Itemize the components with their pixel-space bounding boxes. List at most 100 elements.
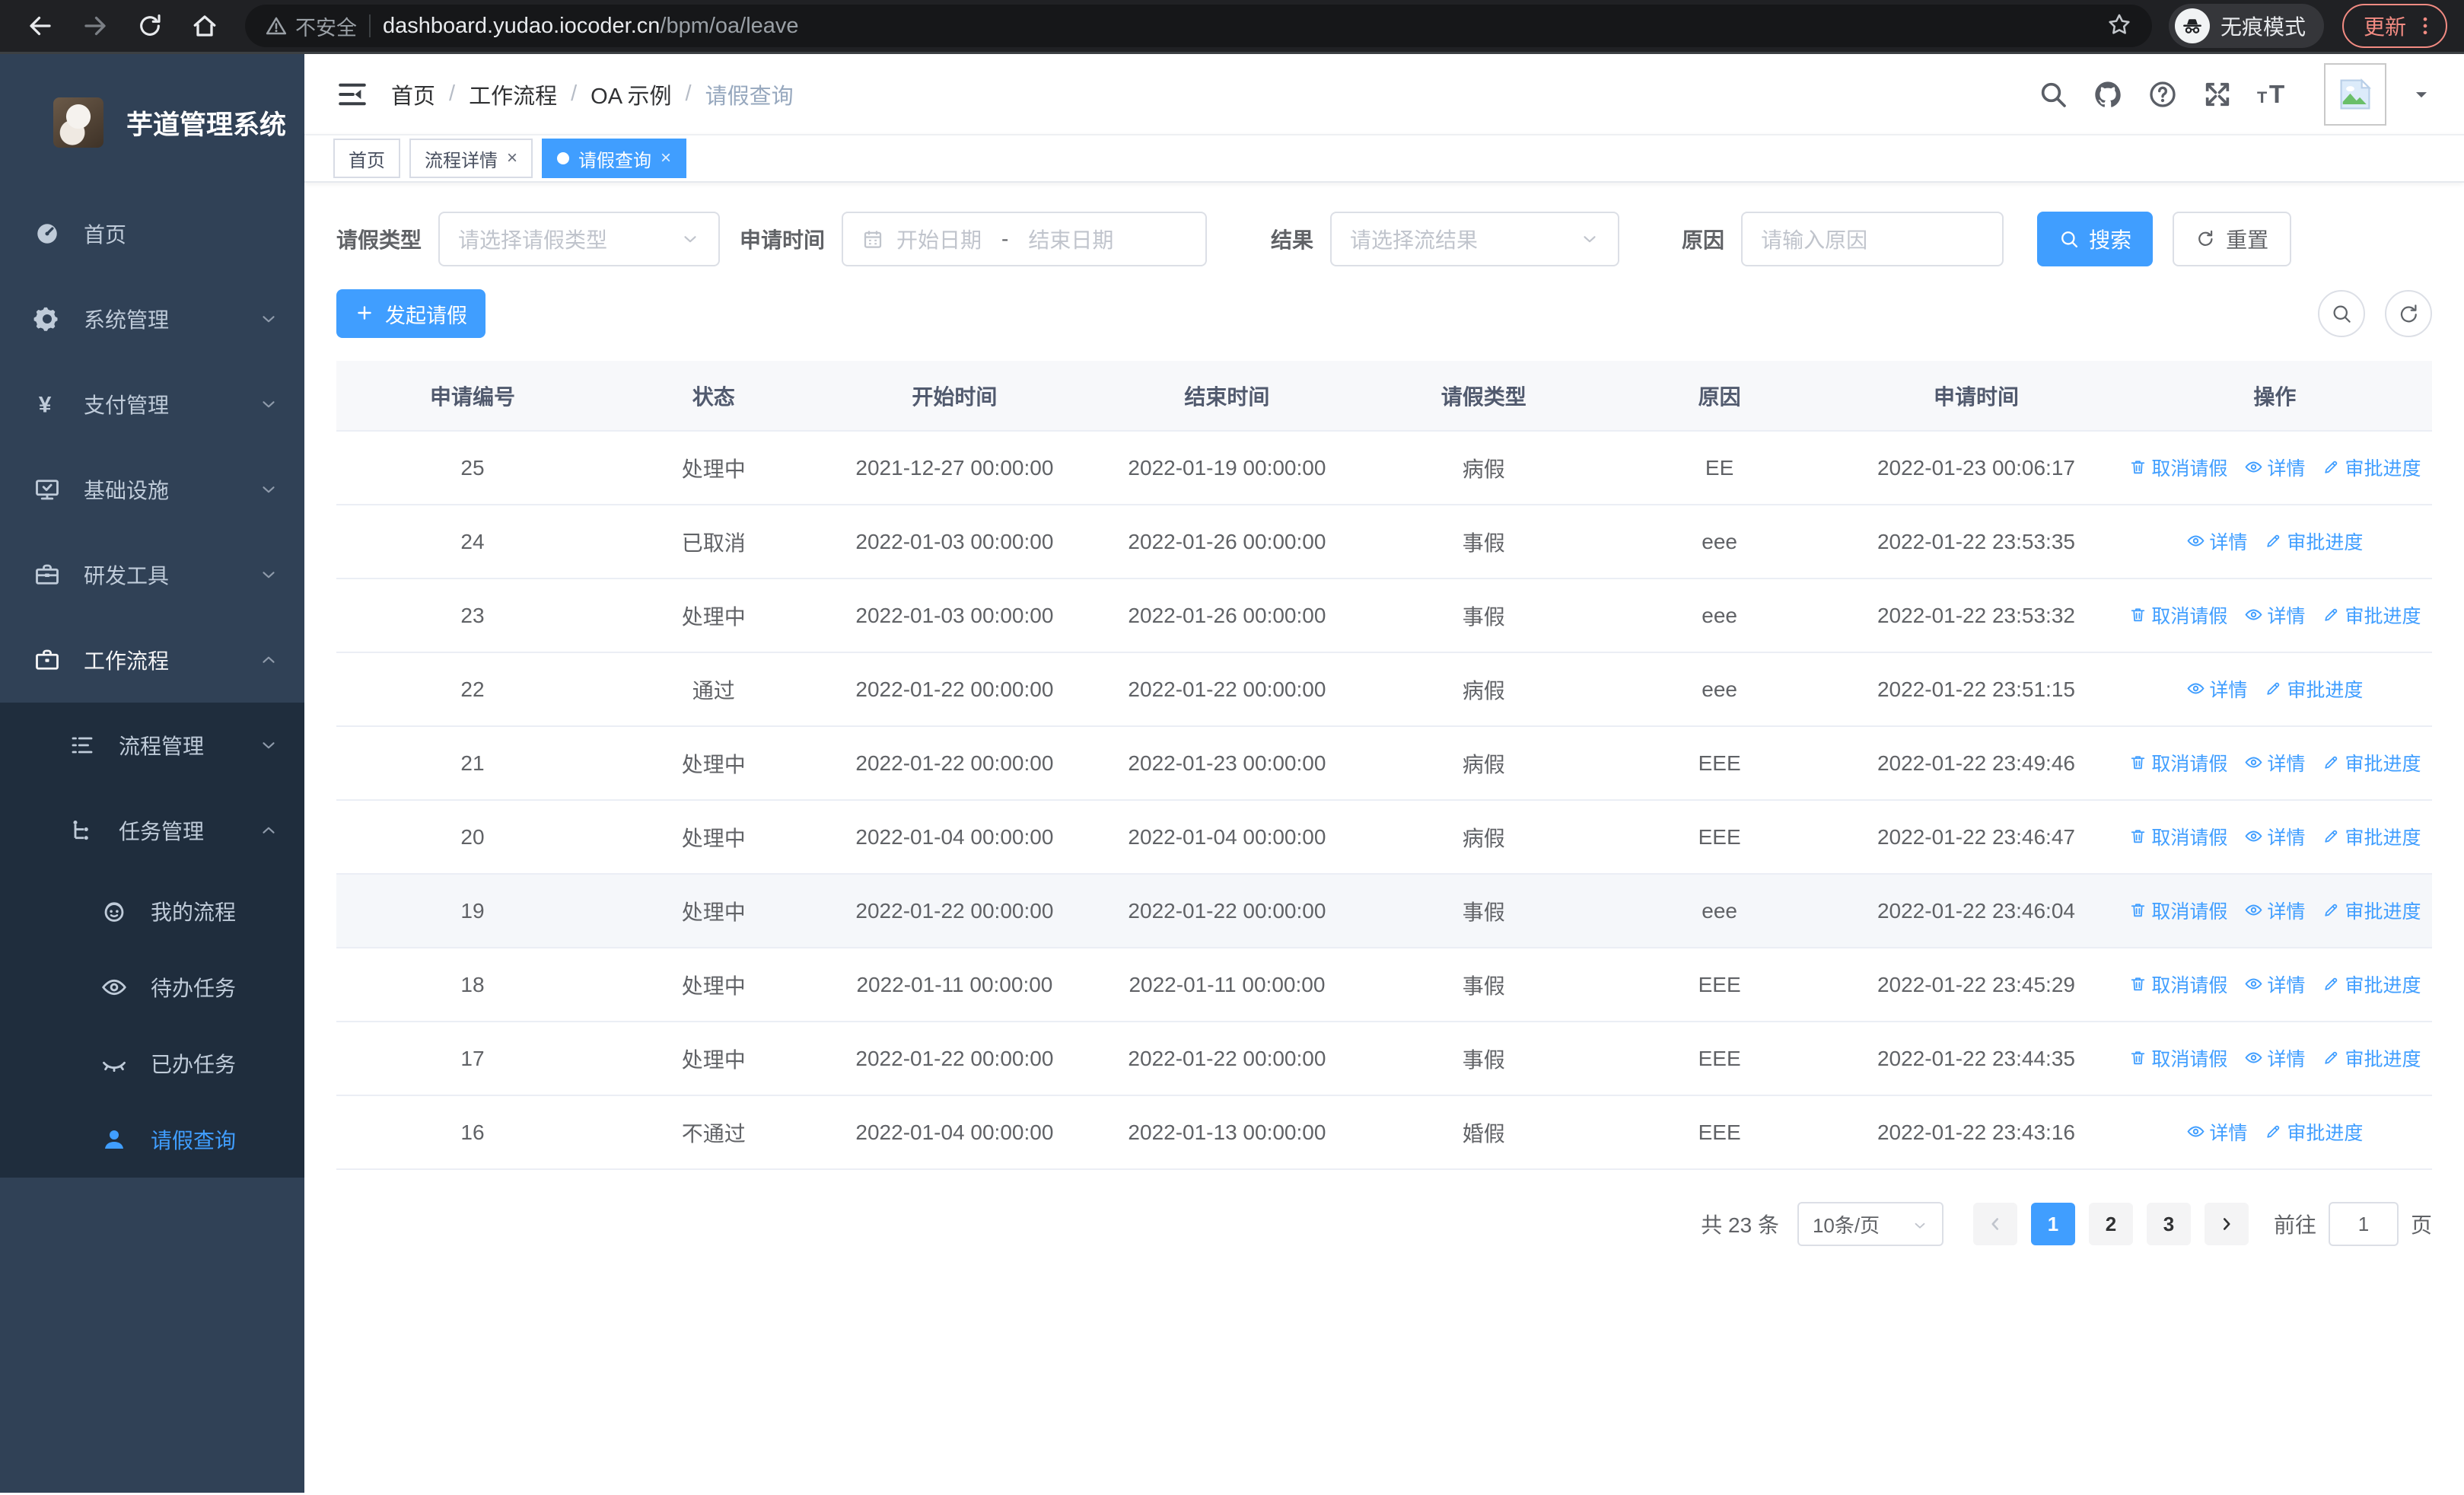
header-search-button[interactable]: [2038, 79, 2068, 110]
page-button-2[interactable]: 2: [2088, 1203, 2133, 1245]
reload-icon: [140, 16, 160, 36]
chevron-down-icon: [1580, 229, 1600, 249]
briefcase-icon: [36, 649, 59, 670]
create-leave-button[interactable]: 发起请假: [336, 289, 485, 338]
user-menu-caret[interactable]: [2411, 84, 2432, 105]
cancel-action-link[interactable]: 取消请假: [2128, 971, 2227, 998]
sidebar-item-6[interactable]: 工作流程: [0, 617, 304, 703]
browser-home-button[interactable]: [181, 2, 228, 49]
reset-button[interactable]: 重置: [2173, 212, 2292, 266]
leave-table: 申请编号 状态 开始时间 结束时间 请假类型 原因 申请时间 操作 25 处理中 2021-12-…: [336, 361, 2432, 1170]
close-tab-icon[interactable]: ×: [507, 148, 517, 169]
table-row: 17 处理中 2022-01-22 00:00:00 2022-01-22 00:00…: [336, 1022, 2432, 1096]
eye-icon: [2245, 757, 2263, 768]
next-page-button[interactable]: [2204, 1203, 2249, 1245]
progress-action-link[interactable]: 审批进度: [2322, 454, 2421, 481]
view-tab-1[interactable]: 首页: [333, 139, 400, 178]
browser-forward-button[interactable]: [72, 2, 119, 49]
sidebar-item-4[interactable]: 基础设施: [0, 447, 304, 532]
sidebar-item-5[interactable]: 研发工具: [0, 532, 304, 617]
browser-update-menu-button[interactable]: 更新: [2341, 4, 2447, 48]
progress-action-link[interactable]: 审批进度: [2264, 528, 2363, 555]
cancel-action-link[interactable]: 取消请假: [2128, 454, 2227, 481]
search-button[interactable]: 搜索: [2037, 212, 2154, 266]
detail-action-link[interactable]: 详情: [2244, 749, 2305, 776]
sidebar-item-9[interactable]: 我的流程: [0, 873, 304, 949]
sidebar-item-10[interactable]: 待办任务: [0, 949, 304, 1025]
result-select[interactable]: 请选择流结果: [1330, 212, 1620, 266]
table-row: 19 处理中 2022-01-22 00:00:00 2022-01-22 00:00…: [336, 874, 2432, 948]
trash-icon: [2131, 608, 2145, 622]
toggle-search-button[interactable]: [2318, 290, 2365, 337]
sidebar-item-12[interactable]: 请假查询: [0, 1101, 304, 1178]
progress-action-link[interactable]: 审批进度: [2322, 1044, 2421, 1072]
progress-action-link[interactable]: 审批进度: [2322, 971, 2421, 998]
prev-page-button[interactable]: [1972, 1203, 2017, 1245]
security-status[interactable]: 不安全: [265, 11, 357, 41]
cancel-action-link[interactable]: 取消请假: [2128, 823, 2227, 850]
leave-type-label: 请假类型: [336, 228, 422, 252]
sidebar-item-2[interactable]: 系统管理: [0, 276, 304, 362]
star-icon: [2109, 14, 2130, 34]
page-button-1[interactable]: 1: [2030, 1203, 2075, 1245]
table-row: 16 不通过 2022-01-04 00:00:00 2022-01-13 00:00…: [336, 1095, 2432, 1170]
leave-type-select[interactable]: 请选择请假类型: [438, 212, 721, 266]
breadcrumb-item-1[interactable]: 首页: [391, 78, 435, 110]
font-size-button[interactable]: TT: [2257, 79, 2287, 110]
detail-action-link[interactable]: 详情: [2186, 675, 2247, 703]
column-header: 状态: [609, 361, 819, 432]
bookmark-star-button[interactable]: [2106, 11, 2132, 41]
detail-action-link[interactable]: 详情: [2244, 823, 2305, 850]
cancel-action-link[interactable]: 取消请假: [2128, 1044, 2227, 1072]
sidebar-item-1[interactable]: 首页: [0, 191, 304, 276]
kebab-menu-icon: [2423, 17, 2427, 35]
apply-time-range-picker[interactable]: 开始日期 - 结束日期: [842, 212, 1208, 266]
table-row: 25 处理中 2021-12-27 00:00:00 2022-01-19 00:00…: [336, 431, 2432, 505]
sidebar-collapse-button[interactable]: [336, 78, 368, 110]
progress-action-link[interactable]: 审批进度: [2322, 601, 2421, 629]
sidebar-item-11[interactable]: 已办任务: [0, 1025, 304, 1101]
refresh-table-button[interactable]: [2385, 290, 2432, 337]
progress-action-link[interactable]: 审批进度: [2322, 897, 2421, 924]
cancel-action-link[interactable]: 取消请假: [2128, 601, 2227, 629]
progress-action-link[interactable]: 审批进度: [2264, 1118, 2363, 1146]
github-link-button[interactable]: [2093, 79, 2123, 110]
column-header: 请假类型: [1363, 361, 1605, 432]
breadcrumb: 首页 / 工作流程 / OA 示例 / 请假查询: [391, 78, 794, 110]
detail-action-link[interactable]: 详情: [2244, 454, 2305, 481]
svg-text:T: T: [2257, 87, 2267, 106]
sidebar-item-3[interactable]: ¥ 支付管理: [0, 362, 304, 447]
column-header: 操作: [2117, 361, 2432, 432]
fullscreen-button[interactable]: [2202, 79, 2233, 110]
breadcrumb-item-2[interactable]: 工作流程: [469, 78, 557, 110]
avatar[interactable]: [2324, 62, 2386, 126]
breadcrumb-item-3[interactable]: OA 示例: [591, 78, 671, 110]
cancel-action-link[interactable]: 取消请假: [2128, 749, 2227, 776]
detail-action-link[interactable]: 详情: [2244, 897, 2305, 924]
header-actions: TT: [2038, 62, 2432, 126]
table-header-row: 申请编号 状态 开始时间 结束时间 请假类型 原因 申请时间 操作: [336, 361, 2432, 432]
detail-action-link[interactable]: 详情: [2244, 971, 2305, 998]
reason-input[interactable]: 请输入原因: [1741, 212, 2004, 266]
address-bar[interactable]: 不安全 dashboard.yudao.iocoder.cn/bpm/oa/le…: [245, 5, 2152, 47]
progress-action-link[interactable]: 审批进度: [2322, 749, 2421, 776]
detail-action-link[interactable]: 详情: [2186, 1118, 2247, 1146]
detail-action-link[interactable]: 详情: [2186, 528, 2247, 555]
sidebar-item-8[interactable]: 任务管理: [0, 788, 304, 873]
goto-page-input[interactable]: [2328, 1202, 2399, 1246]
progress-action-link[interactable]: 审批进度: [2322, 823, 2421, 850]
omnibox-divider: [369, 14, 371, 37]
browser-back-button[interactable]: [17, 2, 64, 49]
page-button-3[interactable]: 3: [2146, 1203, 2191, 1245]
help-button[interactable]: [2147, 79, 2178, 110]
view-tab-3[interactable]: 请假查询 ×: [542, 139, 687, 178]
page-size-select[interactable]: 10条/页: [1797, 1202, 1944, 1246]
close-tab-icon[interactable]: ×: [661, 148, 671, 169]
detail-action-link[interactable]: 详情: [2244, 601, 2305, 629]
browser-reload-button[interactable]: [126, 2, 173, 49]
detail-action-link[interactable]: 详情: [2244, 1044, 2305, 1072]
view-tab-2[interactable]: 流程详情 ×: [409, 139, 533, 178]
progress-action-link[interactable]: 审批进度: [2264, 675, 2363, 703]
cancel-action-link[interactable]: 取消请假: [2128, 897, 2227, 924]
sidebar-item-7[interactable]: 流程管理: [0, 703, 304, 788]
